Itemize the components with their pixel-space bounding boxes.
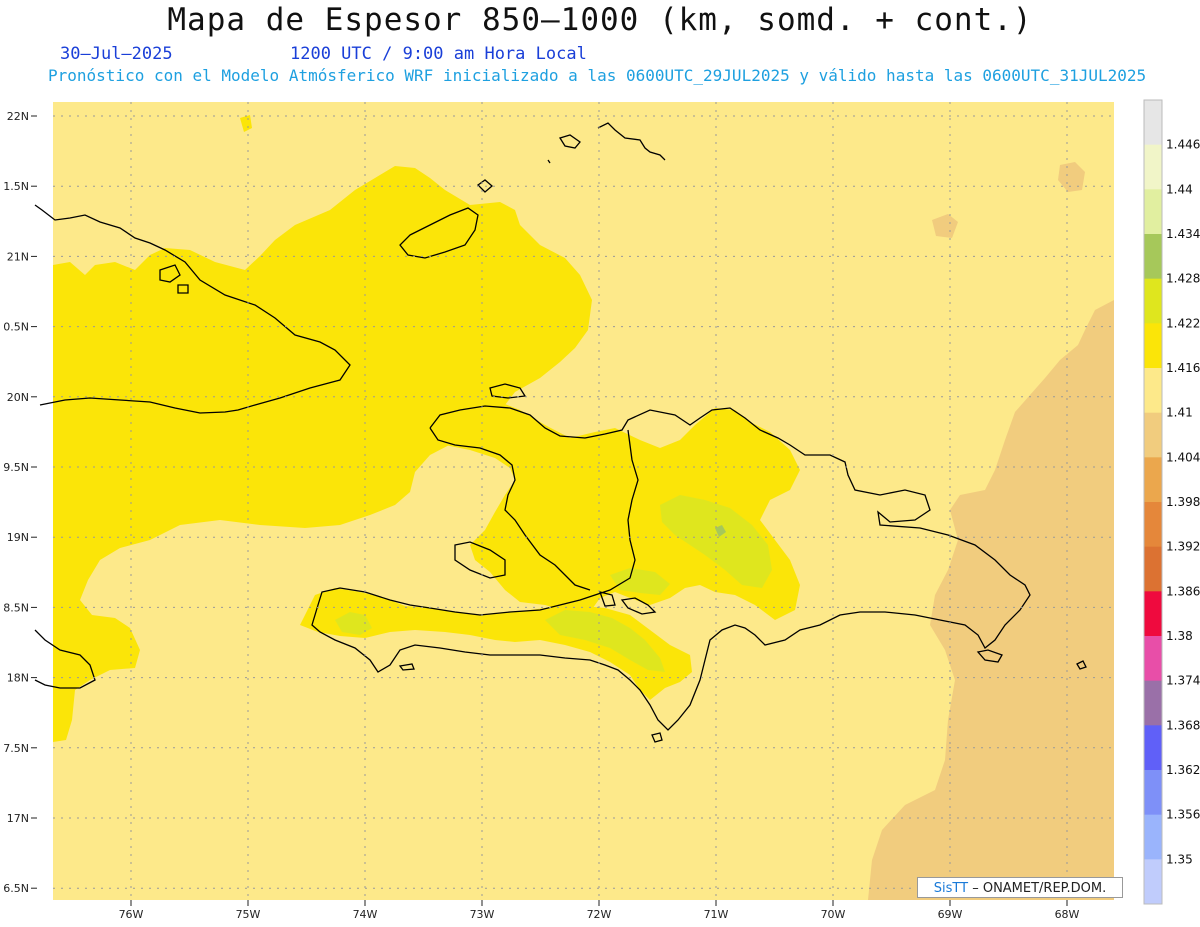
map-plot-area <box>34 102 1114 900</box>
credit-box: SisTT – ONAMET/REP.DOM. <box>917 877 1123 898</box>
thickness-map: 22N 1.5N 21N 0.5N 20N 9.5N 19N 8.5N 18N 7.5N 17N 6.… <box>3 99 1200 921</box>
latitude-axis: 22N 1.5N 21N 0.5N 20N 9.5N 19N 8.5N 18N 7.5N 17N 6.… <box>3 110 37 895</box>
colorbar-segment <box>1144 680 1162 726</box>
lon-label: 72W <box>587 908 612 921</box>
colorbar-segment <box>1144 144 1162 190</box>
lon-label: 69W <box>938 908 963 921</box>
lat-label: 22N <box>7 110 29 123</box>
colorbar-segment <box>1144 100 1162 146</box>
lat-label: 0.5N <box>3 321 29 334</box>
lon-label: 73W <box>470 908 495 921</box>
colorbar-label: 1.362 <box>1166 763 1200 777</box>
colorbar-segment <box>1144 323 1162 369</box>
colorbar-label: 1.428 <box>1166 272 1200 286</box>
lat-label: 19N <box>7 531 29 544</box>
colorbar-label: 1.404 <box>1166 450 1200 464</box>
colorbar-label: 1.416 <box>1166 361 1200 375</box>
lon-label: 71W <box>704 908 729 921</box>
colorbar-label: 1.374 <box>1166 674 1200 688</box>
colorbar-segment <box>1144 234 1162 280</box>
colorbar-label: 1.44 <box>1166 182 1193 196</box>
colorbar-segment <box>1144 457 1162 503</box>
colorbar-segment <box>1144 814 1162 860</box>
credit-brand: SisTT <box>933 881 969 896</box>
colorbar-label: 1.392 <box>1166 540 1200 554</box>
colorbar-segment <box>1144 770 1162 816</box>
colorbar-segment <box>1144 368 1162 414</box>
lat-label: 18N <box>7 672 29 685</box>
colorbar-segment <box>1144 502 1162 548</box>
longitude-axis: 76W 75W 74W 73W 72W 71W 70W 69W 68W <box>119 900 1080 921</box>
lat-label: 1.5N <box>3 180 29 193</box>
colorbar-label: 1.398 <box>1166 495 1200 509</box>
lon-label: 68W <box>1055 908 1080 921</box>
colorbar-segment <box>1144 412 1162 458</box>
colorbar-segment <box>1144 636 1162 682</box>
lon-label: 76W <box>119 908 144 921</box>
lat-label: 6.5N <box>3 882 29 895</box>
lat-label: 17N <box>7 812 29 825</box>
colorbar-segment <box>1144 591 1162 637</box>
colorbar-label: 1.368 <box>1166 718 1200 732</box>
colorbar-label: 1.446 <box>1166 138 1200 152</box>
colorbar-segment <box>1144 725 1162 771</box>
colorbar-segment <box>1144 546 1162 592</box>
lat-label: 9.5N <box>3 461 29 474</box>
colorbar-label: 1.434 <box>1166 227 1200 241</box>
colorbar-label: 1.386 <box>1166 584 1200 598</box>
lon-label: 70W <box>821 908 846 921</box>
lat-label: 7.5N <box>3 742 29 755</box>
colorbar-segment <box>1144 278 1162 324</box>
lat-label: 21N <box>7 250 29 263</box>
colorbar-label: 1.41 <box>1166 406 1193 420</box>
colorbar-label: 1.356 <box>1166 808 1200 822</box>
lon-label: 75W <box>236 908 261 921</box>
colorbar-segment <box>1144 859 1162 905</box>
credit-text: – ONAMET/REP.DOM. <box>972 881 1107 896</box>
colorbar-label: 1.35 <box>1166 852 1193 866</box>
lat-label: 8.5N <box>3 601 29 614</box>
colorbar-label: 1.38 <box>1166 629 1193 643</box>
colorbar: 1.446 1.44 1.434 1.428 1.422 1.416 1.41 1.404 1.… <box>1143 99 1200 905</box>
colorbar-segment <box>1144 189 1162 235</box>
lon-label: 74W <box>353 908 378 921</box>
lat-label: 20N <box>7 391 29 404</box>
colorbar-label: 1.422 <box>1166 316 1200 330</box>
